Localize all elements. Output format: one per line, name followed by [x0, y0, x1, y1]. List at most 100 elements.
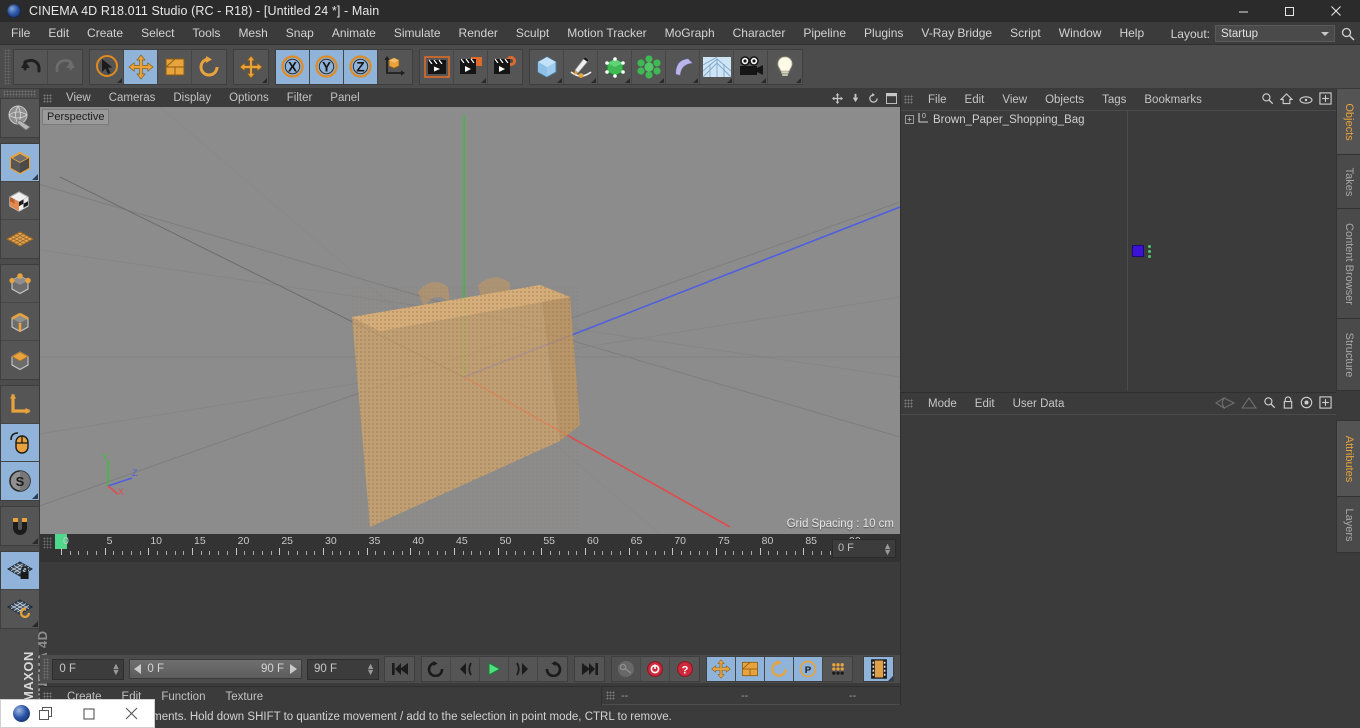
material-menu-function[interactable]: Function: [151, 691, 215, 703]
menu-select[interactable]: Select: [132, 22, 183, 45]
tab-attributes[interactable]: Attributes: [1336, 421, 1360, 497]
viewport-menu-cameras[interactable]: Cameras: [100, 92, 165, 104]
minimize-icon[interactable]: [1220, 0, 1266, 22]
enable-snapping-button[interactable]: [1, 424, 39, 462]
axis-modification-button[interactable]: [1, 386, 39, 424]
spinner-icon[interactable]: ▲▼: [366, 661, 375, 676]
tab-takes[interactable]: Takes: [1336, 155, 1360, 209]
attribute-manager-grip[interactable]: [904, 399, 913, 408]
tab-content-browser[interactable]: Content Browser: [1336, 209, 1360, 319]
attribute-menu-mode[interactable]: Mode: [919, 398, 966, 410]
live-selection-button[interactable]: [90, 49, 124, 84]
render-to-picture-viewer-button[interactable]: [454, 49, 488, 84]
attribute-menu-user-data[interactable]: User Data: [1004, 398, 1074, 410]
menu-mesh[interactable]: Mesh: [229, 22, 276, 45]
viewport-menu-view[interactable]: View: [57, 92, 100, 104]
search-icon[interactable]: [1340, 26, 1356, 42]
model-mode-button[interactable]: [1, 144, 39, 182]
keyframe-help-button[interactable]: ?: [670, 657, 699, 681]
lock-x-axis-button[interactable]: X: [276, 49, 310, 84]
maximize-icon[interactable]: [72, 707, 106, 720]
tab-structure[interactable]: Structure: [1336, 319, 1360, 391]
rotate-button[interactable]: [192, 49, 226, 84]
menu-animate[interactable]: Animate: [323, 22, 385, 45]
record-pla-button[interactable]: P: [794, 657, 823, 681]
timeline-film-button[interactable]: [864, 657, 893, 681]
step-back-button[interactable]: [451, 657, 480, 681]
lock-y-axis-button[interactable]: Y: [310, 49, 344, 84]
add-environment-button[interactable]: [700, 49, 734, 84]
point-mode-button[interactable]: [1, 265, 39, 303]
menu-motion-tracker[interactable]: Motion Tracker: [558, 22, 655, 45]
autokeying-button[interactable]: [612, 657, 641, 681]
menu-mograph[interactable]: MoGraph: [656, 22, 724, 45]
move-button[interactable]: [124, 49, 158, 84]
edge-mode-button[interactable]: [1, 303, 39, 341]
add-nurbs-button[interactable]: [598, 49, 632, 84]
world-object-coordinates-button[interactable]: [378, 49, 412, 84]
preview-range-slider[interactable]: 0 F 90 F: [129, 659, 302, 679]
layout-select[interactable]: Startup: [1215, 25, 1335, 42]
record-active-objects-button[interactable]: [641, 657, 670, 681]
object-menu-tags[interactable]: Tags: [1093, 94, 1135, 106]
undo-button[interactable]: [14, 49, 48, 84]
viewport-3d[interactable]: Perspective Y Z X Grid Spacing: 10 cm: [40, 107, 900, 534]
lock-workplane-button[interactable]: [1, 552, 39, 590]
spinner-icon[interactable]: ▲▼: [883, 541, 892, 556]
play-button[interactable]: [480, 657, 509, 681]
tab-layers[interactable]: Layers: [1336, 497, 1360, 553]
redo-button[interactable]: [48, 49, 82, 84]
timeline-ruler[interactable]: 051015202530354045505560657075808590: [55, 534, 861, 562]
maximize-icon[interactable]: [1266, 0, 1312, 22]
timeline-frame-field[interactable]: 0 F ▲ ▼: [832, 538, 896, 558]
new-panel-icon[interactable]: [1319, 396, 1332, 414]
menu-plugins[interactable]: Plugins: [855, 22, 912, 45]
menu-pipeline[interactable]: Pipeline: [794, 22, 855, 45]
tab-objects[interactable]: Objects: [1336, 89, 1360, 155]
go-to-next-keyframe-button[interactable]: [538, 657, 567, 681]
add-spline-button[interactable]: [564, 49, 598, 84]
menu-script[interactable]: Script: [1001, 22, 1050, 45]
add-deformer-button[interactable]: [666, 49, 700, 84]
viewport-menu-filter[interactable]: Filter: [278, 92, 322, 104]
make-editable-button[interactable]: [1, 99, 39, 137]
visibility-icon[interactable]: [1299, 92, 1313, 110]
menu-sculpt[interactable]: Sculpt: [507, 22, 558, 45]
texture-mode-button[interactable]: [1, 182, 39, 220]
lock-icon[interactable]: [1282, 396, 1294, 414]
viewport-grip[interactable]: [43, 93, 52, 103]
transport-grip[interactable]: [43, 658, 50, 680]
range-right-arrow-icon[interactable]: [290, 664, 297, 674]
menu-file[interactable]: File: [0, 22, 39, 45]
range-left-arrow-icon[interactable]: [134, 664, 142, 674]
go-to-end-button[interactable]: [575, 657, 604, 681]
move-duplicate-button[interactable]: [234, 49, 268, 84]
render-settings-button[interactable]: [488, 49, 522, 84]
menu-tools[interactable]: Tools: [183, 22, 229, 45]
target-icon[interactable]: [1300, 396, 1313, 414]
rail-grip[interactable]: [3, 90, 36, 97]
menu-snap[interactable]: Snap: [277, 22, 323, 45]
menu-character[interactable]: Character: [724, 22, 795, 45]
record-parameter-button[interactable]: [823, 657, 852, 681]
timeline-grip[interactable]: [43, 537, 52, 549]
toolbar-grip[interactable]: [4, 48, 11, 85]
viewport-menu-display[interactable]: Display: [164, 92, 220, 104]
menu-edit[interactable]: Edit: [39, 22, 78, 45]
add-cube-object-button[interactable]: [530, 49, 564, 84]
expand-toggle-icon[interactable]: +: [905, 115, 914, 124]
current-frame-field[interactable]: 0 F ▲ ▼: [52, 658, 125, 680]
render-view-button[interactable]: [420, 49, 454, 84]
object-menu-file[interactable]: File: [919, 94, 956, 106]
object-menu-bookmarks[interactable]: Bookmarks: [1135, 94, 1211, 106]
home-icon[interactable]: [1279, 92, 1294, 110]
restore-icon[interactable]: [34, 707, 56, 720]
object-menu-view[interactable]: View: [993, 94, 1036, 106]
tag-dots-icon[interactable]: [1148, 244, 1151, 258]
close-icon[interactable]: [1312, 0, 1360, 22]
viewport-menu-options[interactable]: Options: [220, 92, 278, 104]
back-arrow-icon[interactable]: [1214, 396, 1236, 414]
end-frame-field[interactable]: 90 F ▲ ▼: [307, 658, 379, 680]
magnet-button[interactable]: [1, 507, 39, 545]
close-icon[interactable]: [116, 707, 146, 720]
